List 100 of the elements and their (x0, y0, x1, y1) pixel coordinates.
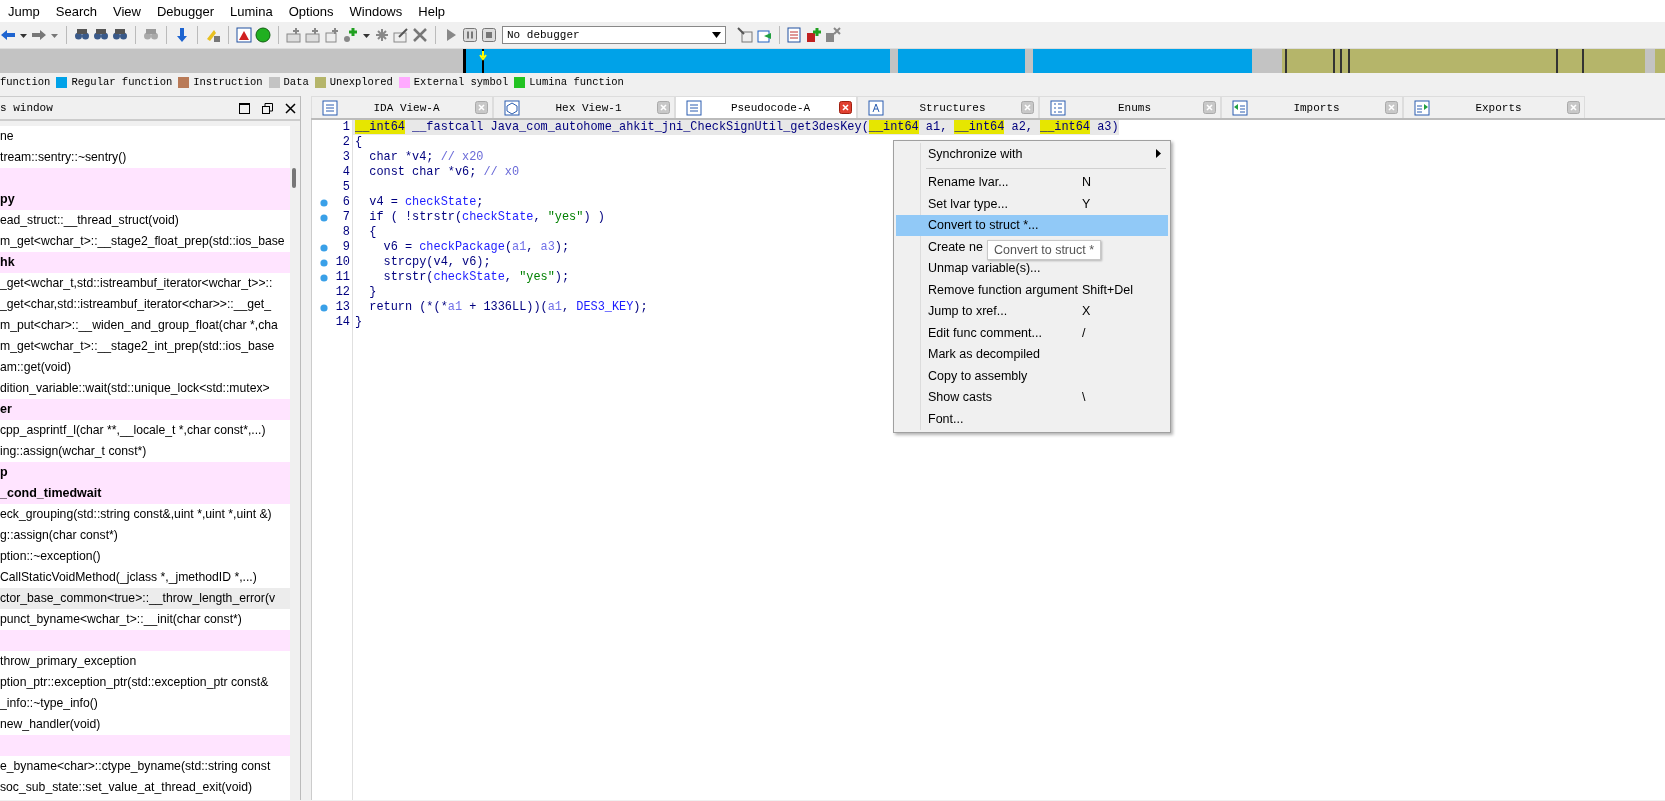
tab[interactable]: Pseudocode-A (675, 96, 857, 118)
menu-item[interactable]: Help (410, 1, 453, 21)
code-line: v4 = checkState; (368, 195, 484, 210)
menu-item[interactable]: Synchronize with (896, 143, 1168, 165)
tab-icon (504, 99, 520, 116)
menu-item[interactable]: Copy to assembly (928, 368, 1028, 383)
shortcut-label: N (1082, 175, 1092, 190)
menu-item[interactable]: View (105, 1, 149, 21)
tab[interactable]: Exports (1403, 96, 1585, 118)
menu-item[interactable]: Jump to xref... (928, 304, 1008, 319)
function-name[interactable]: throw_primary_exception (0, 651, 137, 672)
line-marker-icon[interactable] (320, 198, 328, 207)
legend-label: function (0, 76, 51, 88)
code-line: strcpy(v4, v6); (382, 255, 491, 270)
legend-label: Regular function (71, 76, 173, 88)
menu-item[interactable]: Search (47, 1, 105, 21)
function-name[interactable]: _get<char,std::istreambuf_iterator<char>>::__get_ (0, 294, 271, 315)
warning-window-icon[interactable] (236, 27, 252, 43)
legend-label: External symbol (413, 76, 509, 88)
function-name[interactable]: ption::~exception() (0, 546, 101, 567)
down-arrow-icon[interactable] (174, 27, 190, 43)
menu-item[interactable]: Edit func comment... (928, 325, 1042, 340)
menu-item[interactable]: Rename lvar... (928, 175, 1009, 190)
line-marker-icon[interactable] (320, 213, 328, 222)
function-name[interactable]: soc_sub_state::set_value_at_thread_exit(void) (0, 777, 253, 798)
menu-item[interactable]: Create ne (928, 239, 983, 254)
function-name[interactable]: m_put<char>::__widen_and_group_float(char *,cha (0, 315, 278, 336)
menu-item[interactable]: Lumina (222, 1, 281, 21)
cross-icon[interactable] (412, 27, 428, 43)
back-arrow-icon[interactable] (0, 27, 16, 43)
line-number: 8 (342, 225, 350, 240)
menu-item[interactable]: Show casts (928, 390, 992, 405)
tab[interactable]: IDA View-A (311, 96, 493, 118)
function-name[interactable]: ing::assign(wchar_t const*) (0, 441, 147, 462)
function-name[interactable]: ead_struct::__thread_struct(void) (0, 210, 179, 231)
restore-icon[interactable] (262, 102, 273, 114)
pencil-icon[interactable] (393, 27, 409, 43)
window-list-icon[interactable] (787, 27, 803, 43)
menu-item[interactable]: Windows (341, 1, 411, 21)
line-number: 10 (335, 255, 350, 270)
function-name[interactable]: p (0, 462, 8, 483)
menu-item[interactable]: Jump (0, 1, 48, 21)
legend-label: Unexplored (329, 76, 393, 88)
function-name[interactable]: punct_byname<wchar_t>::__init(char const*) (0, 609, 242, 630)
close-icon[interactable] (285, 102, 296, 114)
function-name[interactable]: new_handler(void) (0, 714, 101, 735)
cross-icon[interactable] (825, 27, 841, 43)
function-name[interactable]: er (0, 399, 12, 420)
tab[interactable]: Hex View-1 (493, 96, 675, 118)
line-marker-icon[interactable] (320, 273, 328, 282)
function-name[interactable]: eck_grouping(std::string const&,uint *,uint *,uint &) (0, 504, 272, 525)
function-name[interactable]: ption_ptr::exception_ptr(std::exception_ptr const& (0, 672, 269, 693)
code-line: { (354, 135, 363, 150)
tab-icon (686, 99, 702, 116)
function-name[interactable]: _get<wchar_t,std::istreambuf_iterator<wchar_t>>:: (0, 273, 273, 294)
function-name[interactable]: e_byname<char>::ctype_byname(std::string const (0, 756, 271, 777)
function-name[interactable]: _info::~type_info() (0, 693, 98, 714)
line-number: 11 (335, 270, 350, 285)
close-icon[interactable] (839, 101, 852, 114)
line-marker-icon[interactable] (320, 243, 328, 252)
line-number: 12 (335, 285, 350, 300)
code-line: strstr(checkState, "yes"); (382, 270, 570, 285)
line-number: 1 (342, 120, 350, 135)
line-number: 6 (342, 195, 350, 210)
menu-item[interactable]: Unmap variable(s)... (928, 261, 1041, 276)
scrollbar-thumb[interactable] (292, 168, 296, 188)
legend-label: Lumina function (529, 76, 624, 88)
forward-arrow-icon[interactable] (31, 27, 47, 43)
tab[interactable]: Structures (857, 96, 1039, 118)
function-name[interactable]: cpp_asprintf_l(char **,__locale_t *,char const*,...) (0, 420, 266, 441)
pause-icon[interactable] (462, 27, 478, 43)
tab[interactable]: Imports (1221, 96, 1403, 118)
menu-item[interactable]: Remove function argument (928, 282, 1079, 297)
function-name[interactable]: CallStaticVoidMethod(_jclass *,_jmethodID *,...) (0, 567, 257, 588)
circle-icon[interactable] (255, 27, 271, 43)
function-name[interactable]: m_get<wchar_t>::__stage2_int_prep(std::ios_base (0, 336, 275, 357)
function-name[interactable]: tream::sentry::~sentry() (0, 147, 127, 168)
menu-item[interactable]: Options (280, 1, 342, 21)
shortcut-label: X (1082, 304, 1091, 319)
function-name[interactable]: m_get<wchar_t>::__stage2_float_prep(std::ios_base (0, 231, 285, 252)
shortcut-label: Y (1082, 196, 1091, 211)
function-name[interactable]: g::assign(char const*) (0, 525, 118, 546)
plus-icon[interactable] (806, 27, 822, 43)
menu-item[interactable]: Convert to struct *... (896, 214, 1168, 236)
function-name[interactable]: py (0, 189, 15, 210)
maximize-icon[interactable] (239, 102, 250, 114)
function-name[interactable]: hk (0, 252, 15, 273)
navigation-band-drawing[interactable] (0, 49, 1665, 73)
line-marker-icon[interactable] (320, 303, 328, 312)
stop-icon[interactable] (481, 27, 497, 43)
menu-item[interactable]: Debugger (148, 1, 223, 21)
menu-item[interactable]: Mark as decompiled (928, 347, 1040, 362)
function-name[interactable]: dition_variable::wait(std::unique_lock<std::mutex> (0, 378, 270, 399)
menu-item[interactable]: Font... (928, 411, 964, 426)
tab[interactable]: Enums (1039, 96, 1221, 118)
menu-item[interactable]: Set lvar type... (928, 196, 1008, 211)
debugger-dropdown[interactable]: No debugger (502, 26, 726, 44)
function-name[interactable]: am::get(void) (0, 357, 72, 378)
function-name[interactable]: ne (0, 126, 14, 147)
line-marker-icon[interactable] (320, 258, 328, 267)
